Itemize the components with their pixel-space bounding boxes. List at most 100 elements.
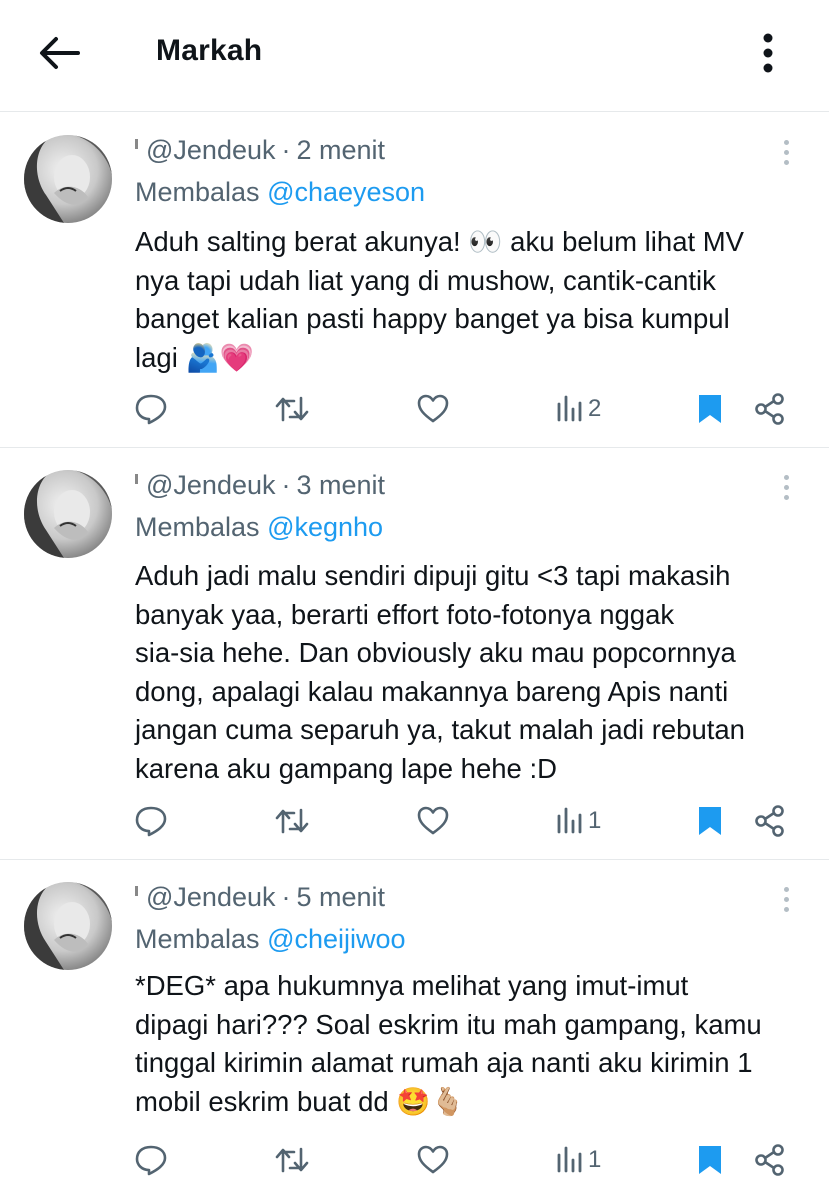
like-button[interactable] — [416, 801, 450, 841]
post-text-line: nya tapi udah liat yang di mushow, canti… — [135, 264, 716, 296]
share-icon — [755, 1144, 784, 1176]
avatar[interactable] — [24, 135, 112, 223]
retweet-icon — [275, 1147, 309, 1173]
like-icon — [417, 394, 449, 423]
avatar[interactable] — [24, 882, 112, 970]
name-fragment — [135, 139, 138, 149]
post-text-line: sia-sia hehe. Dan obviously aku mau popc… — [135, 637, 736, 668]
post-more-button[interactable] — [774, 882, 798, 916]
post-time[interactable]: 5 menit — [297, 882, 386, 913]
meta-separator: · — [281, 881, 291, 912]
like-button[interactable] — [416, 1140, 450, 1180]
retweet-button[interactable] — [274, 1140, 310, 1180]
views-count: 2 — [588, 395, 602, 422]
views-icon — [557, 807, 582, 834]
views-count: 1 — [588, 1146, 602, 1173]
post-text-line: lagi 🫂💗 — [135, 341, 254, 373]
post-text: Aduh jadi malu sendiri dipuji gitu <3 ta… — [135, 557, 805, 788]
avatar-photo — [24, 135, 112, 223]
top-bar: Markah — [0, 0, 829, 112]
post-text-line: Aduh jadi malu sendiri dipuji gitu <3 ta… — [135, 560, 731, 591]
name-fragment — [135, 886, 138, 896]
user-handle[interactable]: @Jendeuk — [146, 135, 276, 166]
views-icon — [557, 1146, 582, 1173]
more-options-button[interactable] — [748, 28, 788, 78]
post-actions: 1 — [0, 1140, 829, 1180]
bookmark-button[interactable] — [696, 801, 724, 841]
reply-prefix: Membalas — [135, 924, 260, 954]
post-text-line: tinggal kirimin alamat rumah aja nanti a… — [135, 1047, 753, 1078]
back-arrow-icon — [40, 37, 80, 69]
views-count: 1 — [588, 807, 602, 834]
reply-prefix: Membalas — [135, 512, 260, 542]
meta-separator: · — [281, 134, 291, 165]
reply-button[interactable] — [134, 801, 168, 841]
post[interactable]: @Jendeuk · 3 menit Membalas @kegnho Aduh… — [0, 448, 829, 860]
post-text-line: banyak yaa, berarti effort foto-fotonya … — [135, 598, 675, 630]
name-fragment — [135, 474, 138, 484]
retweet-button[interactable] — [274, 389, 310, 429]
bookmark-button[interactable] — [696, 389, 724, 429]
like-button[interactable] — [416, 389, 450, 429]
share-button[interactable] — [754, 1140, 786, 1180]
reply-context: Membalas @kegnho — [135, 512, 383, 543]
like-icon — [417, 1145, 449, 1174]
bookmark-button[interactable] — [696, 1140, 724, 1180]
post-time[interactable]: 2 menit — [297, 135, 386, 166]
user-handle[interactable]: @Jendeuk — [146, 882, 276, 913]
post-meta: @Jendeuk · 2 menit — [135, 133, 385, 167]
share-button[interactable] — [754, 389, 786, 429]
post-text-line: dipagi hari??? Soal eskrim itu mah gampa… — [135, 1008, 762, 1040]
retweet-icon — [275, 808, 309, 834]
post-text-line: banget kalian pasti happy banget ya bisa… — [135, 303, 730, 334]
avatar-photo — [24, 882, 112, 970]
reply-icon — [135, 1145, 167, 1176]
avatar[interactable] — [24, 470, 112, 558]
post-time[interactable]: 3 menit — [297, 470, 386, 501]
post-text-line: *DEG* apa hukumnya melihat yang imut-imu… — [135, 970, 689, 1001]
views-button[interactable]: 1 — [556, 1140, 601, 1180]
bookmark-icon — [699, 395, 721, 423]
retweet-button[interactable] — [274, 801, 310, 841]
post-text: *DEG* apa hukumnya melihat yang imut-imu… — [135, 967, 805, 1121]
post-more-button[interactable] — [774, 135, 798, 169]
reply-context: Membalas @chaeyeson — [135, 177, 425, 208]
views-button[interactable]: 2 — [556, 389, 601, 429]
post-meta: @Jendeuk · 3 menit — [135, 468, 385, 502]
reply-icon — [135, 806, 167, 837]
post[interactable]: @Jendeuk · 5 menit Membalas @cheijiwoo *… — [0, 860, 829, 1200]
like-icon — [417, 806, 449, 835]
page-title: Markah — [156, 34, 263, 67]
share-button[interactable] — [754, 801, 786, 841]
post-text-line: Aduh salting berat akunya! 👀 aku belum l… — [135, 226, 745, 257]
share-icon — [755, 393, 784, 425]
post-meta: @Jendeuk · 5 menit — [135, 880, 385, 914]
post-text-line: mobil eskrim buat dd 🤩🫰🏼 — [135, 1085, 465, 1117]
bookmark-icon — [699, 807, 721, 835]
retweet-icon — [275, 396, 309, 422]
post-more-button[interactable] — [774, 470, 798, 504]
reply-mention-link[interactable]: @cheijiwoo — [267, 924, 405, 954]
avatar-photo — [24, 470, 112, 558]
post-text-line: karena aku gampang lape hehe :D — [135, 752, 557, 784]
reply-button[interactable] — [134, 389, 168, 429]
reply-mention-link[interactable]: @kegnho — [267, 512, 383, 542]
post-actions: 1 — [0, 801, 829, 841]
user-handle[interactable]: @Jendeuk — [146, 470, 276, 501]
post-text-line: dong, apalagi kalau makannya bareng Apis… — [135, 675, 729, 707]
post-text-line: jangan cuma separuh ya, takut malah jadi… — [135, 714, 745, 745]
more-vertical-icon — [763, 33, 773, 73]
reply-context: Membalas @cheijiwoo — [135, 924, 406, 955]
back-button[interactable] — [34, 30, 86, 76]
post[interactable]: @Jendeuk · 2 menit Membalas @chaeyeson A… — [0, 113, 829, 448]
bookmark-icon — [699, 1146, 721, 1174]
views-icon — [557, 395, 582, 422]
reply-mention-link[interactable]: @chaeyeson — [267, 177, 425, 207]
reply-button[interactable] — [134, 1140, 168, 1180]
reply-icon — [135, 394, 167, 425]
reply-prefix: Membalas — [135, 177, 260, 207]
share-icon — [755, 805, 784, 837]
post-text: Aduh salting berat akunya! 👀 aku belum l… — [135, 223, 805, 377]
views-button[interactable]: 1 — [556, 801, 601, 841]
post-actions: 2 — [0, 389, 829, 429]
